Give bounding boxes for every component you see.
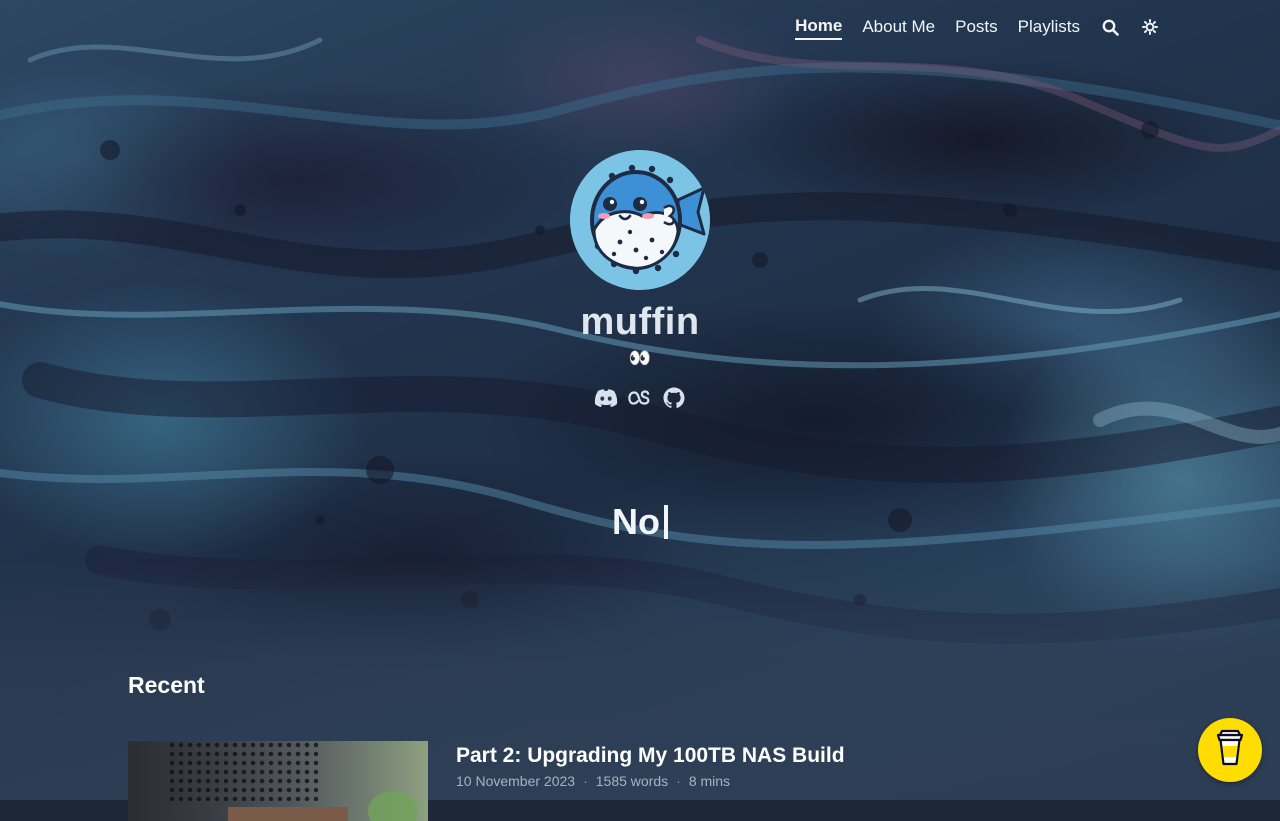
hero: muffin 👀 <box>0 150 1280 410</box>
github-icon[interactable] <box>662 386 686 410</box>
nav-playlists-link[interactable]: Playlists <box>1018 15 1080 39</box>
theme-toggle-icon[interactable] <box>1140 15 1160 39</box>
nav-home-link[interactable]: Home <box>795 14 843 40</box>
post-meta: 10 November 2023 · 1585 words · 8 mins <box>456 773 845 789</box>
post-card[interactable]: Part 2: Upgrading My 100TB NAS Build 10 … <box>128 741 1280 821</box>
buy-me-a-coffee-button[interactable] <box>1198 718 1262 782</box>
main-nav: Home About Me Posts Playlists <box>795 14 1160 40</box>
thumbnail-detail <box>228 807 348 821</box>
post-word-count: 1585 words <box>595 773 669 789</box>
lastfm-icon[interactable] <box>628 386 652 410</box>
nav-about-link[interactable]: About Me <box>862 15 935 39</box>
discord-icon[interactable] <box>594 386 618 410</box>
meta-separator: · <box>583 773 588 789</box>
post-body: Part 2: Upgrading My 100TB NAS Build 10 … <box>456 743 845 821</box>
search-icon[interactable] <box>1100 15 1120 39</box>
post-title[interactable]: Part 2: Upgrading My 100TB NAS Build <box>456 743 845 769</box>
post-read-time: 8 mins <box>688 773 731 789</box>
typewriter-text: No <box>0 500 1280 544</box>
pufferfish-avatar <box>570 150 710 290</box>
case-grille <box>168 741 318 801</box>
social-links <box>0 386 1280 410</box>
site-title: muffin <box>580 301 700 343</box>
post-date: 10 November 2023 <box>456 773 576 789</box>
typing-cursor <box>664 505 668 539</box>
typed-word: No <box>612 501 660 542</box>
tagline: 👀 <box>628 348 652 368</box>
recent-heading: Recent <box>128 672 205 698</box>
post-thumbnail[interactable] <box>128 741 428 821</box>
meta-separator: · <box>676 773 681 789</box>
nav-posts-link[interactable]: Posts <box>955 15 998 39</box>
coffee-cup-icon <box>1215 729 1245 772</box>
thumbnail-plant <box>368 791 418 821</box>
